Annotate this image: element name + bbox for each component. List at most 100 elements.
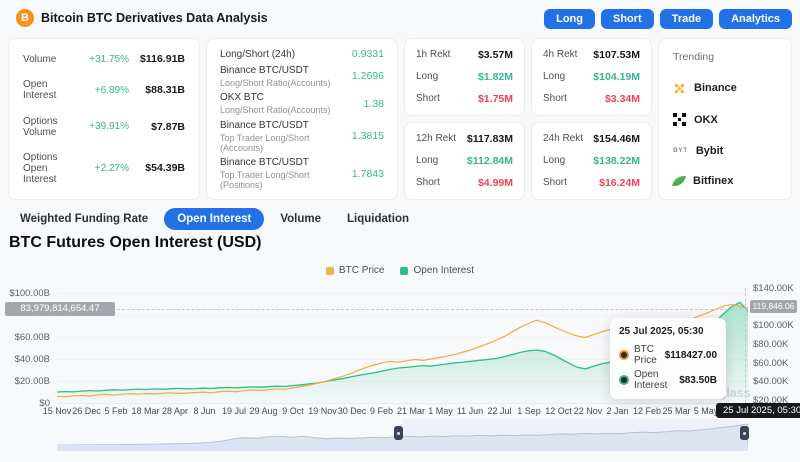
x-axis-tick: 28 Apr xyxy=(161,406,189,416)
tab-volume[interactable]: Volume xyxy=(270,208,331,230)
rekt-long-row: Long $104.19M xyxy=(543,71,640,83)
open-interest-bullet-icon xyxy=(619,375,629,385)
rekt-short-value: $4.99M xyxy=(477,177,513,189)
rekt-short-value: $1.75M xyxy=(477,93,513,105)
rekt-long-row: Long $138.22M xyxy=(543,155,640,167)
bitcoin-icon: B xyxy=(16,9,34,27)
tab-liquidation[interactable]: Liquidation xyxy=(337,208,419,230)
stats-row-volume: Volume +31.75% $116.91B xyxy=(23,53,185,65)
trending-name: Binance xyxy=(694,82,737,94)
ratio-subtitle: Top Trader Long/Short (Positions) xyxy=(220,170,310,190)
header-bar: B Bitcoin BTC Derivatives Data Analysis … xyxy=(0,0,800,36)
rekt-short-label: Short xyxy=(543,177,567,188)
right-axis-tick: $80.00K xyxy=(753,339,789,350)
navigator-right-handle[interactable] xyxy=(740,426,749,440)
ratio-value: 1.3815 xyxy=(351,130,384,142)
tab-weighted-funding-rate[interactable]: Weighted Funding Rate xyxy=(10,208,158,230)
trending-item-binance[interactable]: Binance xyxy=(673,82,777,95)
legend-label: Open Interest xyxy=(413,265,475,276)
rekt-total-value: $117.83M xyxy=(466,133,513,145)
legend-item-btc-price[interactable]: BTC Price xyxy=(325,265,385,276)
analytics-button[interactable]: Analytics xyxy=(719,9,792,29)
x-axis-tick: 1 Sep xyxy=(517,406,541,416)
x-axis-tick: 11 Jun xyxy=(456,406,484,416)
ratio-value: 1.38 xyxy=(363,97,384,110)
derivatives-dashboard: B Bitcoin BTC Derivatives Data Analysis … xyxy=(0,0,800,462)
summary-cards-row: Volume +31.75% $116.91B Open Interest +6.89%… xyxy=(8,38,792,200)
rekt-long-value: $1.82M xyxy=(477,71,513,83)
chart-legend: BTC Price Open Interest xyxy=(0,265,800,276)
stat-label: Volume xyxy=(23,53,57,65)
ratio-labels: OKX BTC Long/Short Ratio(Accounts) xyxy=(220,92,364,115)
trending-name: Bitfinex xyxy=(693,175,734,187)
x-axis-tick: 30 Dec xyxy=(337,406,367,416)
rekt-period-label: 24h Rekt xyxy=(543,133,584,144)
rekt-short-row: Short $4.99M xyxy=(416,177,513,189)
trade-button[interactable]: Trade xyxy=(659,9,714,29)
ratio-title: Binance BTC/USDT xyxy=(220,64,309,76)
trending-name: Bybit xyxy=(695,144,724,157)
long-button[interactable]: Long xyxy=(544,9,595,29)
rekt-total-value: $154.46M xyxy=(593,133,640,145)
left-axis-tick: $40.00B xyxy=(14,354,50,365)
page-title: Bitcoin BTC Derivatives Data Analysis xyxy=(41,11,268,25)
ratio-row-binance-btc-usdt: Binance BTC/USDT Top Trader Long/Short (P… xyxy=(220,157,384,190)
rekt-card-24h-rekt: 24h Rekt $154.46M Long $138.22M Short $16.24M xyxy=(531,122,652,200)
long-short-ratio-card: Long/Short (24h) 0.9331 Binance BTC/USDT Lo… xyxy=(206,38,398,200)
right-axis-crosshair-value: 119,846.06 xyxy=(750,300,797,313)
rekt-short-label: Short xyxy=(416,93,440,104)
x-axis-tick: 1 May xyxy=(428,406,453,416)
ratio-row-binance-btc-usdt: Binance BTC/USDT Top Trader Long/Short (A… xyxy=(220,120,384,153)
trending-item-bitfinex[interactable]: Bitfinex xyxy=(672,174,777,188)
stats-row-options-open-interest: Options Open Interest +2.27% $54.39B xyxy=(23,152,185,185)
rekt-short-label: Short xyxy=(416,177,440,188)
ratio-title: Binance BTC/USDT xyxy=(220,119,309,131)
navigator-left-handle[interactable] xyxy=(394,426,403,440)
x-axis-tick: 5 May xyxy=(693,406,719,416)
rekt-long-value: $104.19M xyxy=(593,71,640,83)
trending-item-okx[interactable]: OKX xyxy=(673,113,777,126)
trending-item-bybit[interactable]: BYT Bybit xyxy=(673,145,777,157)
left-axis-tick: $20.00B xyxy=(14,376,50,387)
trending-card: Trending Binance OKX BYT Bybit Bitfinex xyxy=(658,38,792,200)
legend-item-open-interest[interactable]: Open Interest xyxy=(400,265,474,276)
stat-value: $116.91B xyxy=(140,53,185,65)
stat-label: Options Volume xyxy=(23,115,58,138)
bybit-icon: BYT xyxy=(673,147,688,154)
okx-icon xyxy=(673,113,686,126)
rekt-short-row: Short $16.24M xyxy=(543,177,640,189)
tooltip-row-price: BTC Price $118427.00 xyxy=(619,344,717,366)
ratio-title: Long/Short (24h) xyxy=(220,48,296,60)
rekt-total-row: 4h Rekt $107.53M xyxy=(543,49,640,61)
right-axis-tick: $140.00K xyxy=(753,283,794,294)
legend-swatch-icon xyxy=(400,266,409,275)
x-axis-tick: 29 Aug xyxy=(249,406,278,416)
rekt-long-value: $138.22M xyxy=(593,155,640,167)
trending-name: OKX xyxy=(694,113,718,126)
bitcoin-letter: B xyxy=(21,12,29,24)
stat-value: $7.87B xyxy=(151,120,185,133)
btc-price-bullet-icon xyxy=(619,350,629,360)
rekt-card-12h-rekt: 12h Rekt $117.83M Long $112.84M Short $4.99M xyxy=(404,122,525,200)
legend-label: BTC Price xyxy=(338,265,385,276)
x-axis-tick: 22 Nov xyxy=(573,406,603,416)
x-axis-tick: 8 Jun xyxy=(193,406,216,416)
right-axis-tick: $100.00K xyxy=(753,320,794,331)
legend-swatch-icon xyxy=(325,266,334,275)
ratio-value: 1.2696 xyxy=(351,70,384,82)
rekt-total-row: 12h Rekt $117.83M xyxy=(416,133,513,145)
rekt-period-label: 1h Rekt xyxy=(416,49,451,60)
tab-open-interest[interactable]: Open Interest xyxy=(164,208,265,230)
ratio-labels: Binance BTC/USDT Long/Short Ratio(Account… xyxy=(220,65,352,88)
rekt-card-1h-rekt: 1h Rekt $3.57M Long $1.82M Short $1.75M xyxy=(404,38,525,116)
chart-tabs: Weighted Funding Rate Open Interest Volume… xyxy=(10,208,419,230)
short-button[interactable]: Short xyxy=(600,9,654,29)
crosshair-horizontal-line xyxy=(57,309,748,310)
stat-change: +31.75% xyxy=(89,53,129,65)
x-axis-tick: 12 Feb xyxy=(632,406,662,416)
market-stats-card: Volume +31.75% $116.91B Open Interest +6.89%… xyxy=(8,38,200,200)
header-actions: Long Short Trade Analytics xyxy=(544,9,792,29)
rekt-period-label: 12h Rekt xyxy=(416,133,457,144)
ratio-row-binance-btc-usdt: Binance BTC/USDT Long/Short Ratio(Account… xyxy=(220,65,384,88)
tooltip-price-label: BTC Price xyxy=(634,344,657,366)
